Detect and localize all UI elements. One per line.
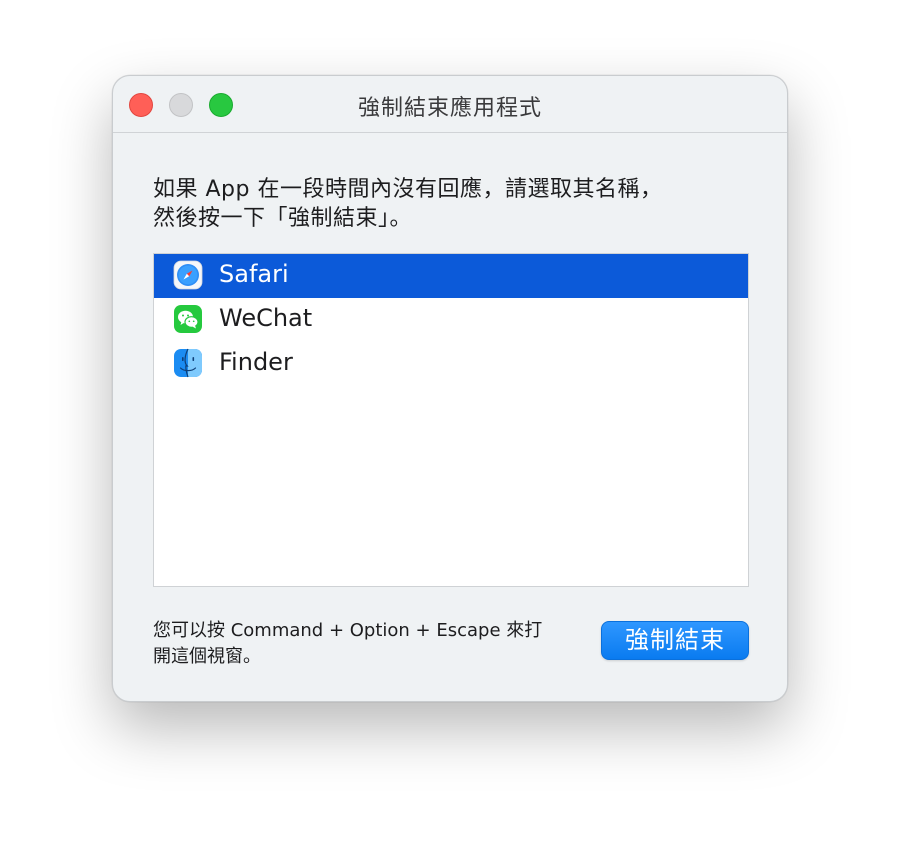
shortcut-hint: 您可以按 Command + Option + Escape 來打 開這個視窗。	[153, 618, 583, 670]
app-name: Safari	[219, 260, 289, 288]
instructions-line-1: 如果 App 在一段時間內沒有回應，請選取其名稱，	[153, 177, 663, 202]
instructions-text: 如果 App 在一段時間內沒有回應，請選取其名稱， 然後按一下「強制結束」。	[153, 175, 753, 233]
list-item-finder[interactable]: Finder	[154, 342, 748, 386]
window-title: 強制結束應用程式	[357, 96, 542, 121]
list-item-wechat[interactable]: WeChat	[154, 298, 748, 342]
shortcut-hint-line-2: 開這個視窗。	[153, 646, 261, 667]
finder-icon	[174, 348, 202, 378]
shortcut-hint-line-1: 您可以按 Command + Option + Escape 來打	[153, 620, 543, 641]
app-name: Finder	[219, 348, 293, 376]
wechat-icon	[174, 305, 202, 333]
app-list[interactable]: Safari WeChat Finder	[153, 253, 749, 587]
instructions-line-2: 然後按一下「強制結束」。	[153, 206, 413, 231]
force-quit-button[interactable]: 強制結束	[601, 621, 749, 660]
app-name: WeChat	[219, 304, 313, 332]
safari-icon	[173, 260, 203, 290]
force-quit-window: 強制結束應用程式 如果 App 在一段時間內沒有回應，請選取其名稱， 然後按一下…	[112, 75, 788, 702]
list-item-safari[interactable]: Safari	[154, 254, 748, 298]
title-bar[interactable]: 強制結束應用程式	[113, 76, 787, 133]
